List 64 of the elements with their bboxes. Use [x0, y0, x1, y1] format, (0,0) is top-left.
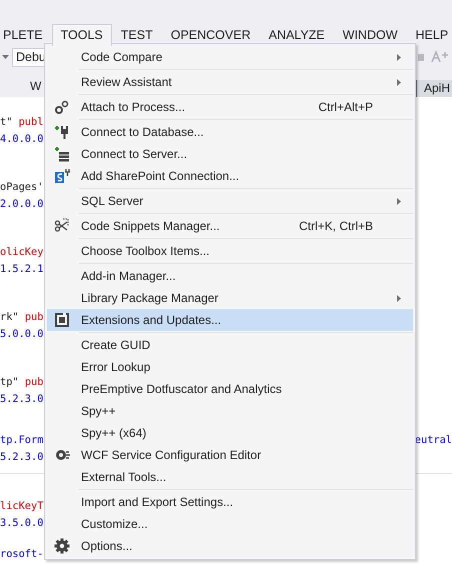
menu-item[interactable]: Options...: [47, 535, 413, 557]
code-text: tp.Form: [0, 433, 44, 448]
document-tab[interactable]: ApiH: [414, 80, 452, 97]
menu-item[interactable]: Spy++: [47, 400, 413, 422]
code-text: 2.0.0.0: [0, 196, 44, 212]
menu-item[interactable]: SQL Server: [47, 190, 413, 212]
menu-item[interactable]: Customize...: [47, 513, 413, 535]
code-text: pub: [24, 375, 44, 390]
code-text: olicKey: [0, 245, 44, 260]
menu-bar-item[interactable]: HELP: [406, 24, 452, 44]
menu-bar-item[interactable]: TOOLS: [52, 24, 112, 46]
settings-icon: [54, 538, 70, 554]
scissors-icon: [54, 218, 70, 234]
sharepoint-plug-icon: [54, 168, 70, 184]
gears-icon: [54, 99, 70, 115]
submenu-arrow-icon: [397, 294, 401, 302]
code-text: oPages': [0, 180, 44, 195]
menu-bar-item[interactable]: PLETE: [0, 24, 52, 44]
menu-item[interactable]: Create GUID: [47, 334, 413, 356]
menu-bar-item[interactable]: ANALYZE: [260, 24, 334, 44]
code-text: tp": [0, 375, 20, 390]
code-text: 4.0.0.0: [0, 132, 44, 146]
extensions-icon: [54, 312, 70, 328]
menu-bar-item[interactable]: OPENCOVER: [162, 24, 260, 44]
code-text: 5.0.0.0: [0, 326, 44, 342]
code-text: licKeyT: [0, 499, 44, 514]
menu-item[interactable]: PreEmptive Dotfuscator and Analytics: [47, 378, 413, 400]
code-text: 5.2.3.0: [0, 450, 44, 464]
menu-item[interactable]: Choose Toolbox Items...: [47, 240, 413, 262]
document-tab[interactable]: W: [28, 77, 44, 95]
menu-item[interactable]: Add-in Manager...: [47, 265, 413, 287]
code-text: publ: [18, 115, 44, 130]
caret-down-icon[interactable]: [2, 54, 9, 60]
gear-icon: [54, 447, 70, 463]
shortcut-text: Ctrl+K, Ctrl+B: [298, 219, 374, 233]
menu-item[interactable]: Attach to Process... Ctrl+Alt+P: [47, 96, 413, 118]
code-text: t": [0, 115, 14, 130]
menu-bar-item[interactable]: WINDOW: [334, 24, 407, 44]
menu-item[interactable]: Spy++ (x64): [47, 422, 413, 444]
menu-item[interactable]: Error Lookup: [47, 356, 413, 378]
server-icon: [54, 146, 70, 162]
menu-item[interactable]: WCF Service Configuration Editor: [47, 444, 413, 466]
menu-item[interactable]: Extensions and Updates...: [47, 309, 413, 331]
shortcut-text: Ctrl+Alt+P: [318, 100, 374, 114]
code-text: pub: [24, 310, 44, 325]
menu-item[interactable]: Add SharePoint Connection...: [47, 165, 413, 187]
menu-item[interactable]: Connect to Server...: [47, 143, 413, 165]
code-text: 5.2.3.0: [0, 392, 44, 406]
menu-item[interactable]: Import and Export Settings...: [47, 491, 413, 513]
code-text: 1.5.2.1: [0, 262, 44, 276]
plug-icon: [54, 124, 70, 140]
menu-bar-item[interactable]: TEST: [112, 24, 162, 44]
code-text: eutral: [414, 433, 452, 448]
submenu-arrow-icon: [397, 198, 401, 204]
submenu-arrow-icon: [397, 54, 401, 60]
submenu-arrow-icon: [397, 78, 401, 86]
menu-item[interactable]: Review Assistant: [47, 71, 413, 93]
menu-item[interactable]: External Tools...: [47, 466, 413, 488]
code-text: 3.5.0.0: [0, 516, 44, 530]
menu-item[interactable]: Connect to Database...: [47, 121, 413, 143]
code-text: rosoft-: [0, 547, 44, 562]
menu-item[interactable]: Library Package Manager: [47, 287, 413, 309]
code-text: rk": [0, 310, 20, 325]
menu-item[interactable]: Code Snippets Manager... Ctrl+K, Ctrl+B: [47, 215, 413, 237]
